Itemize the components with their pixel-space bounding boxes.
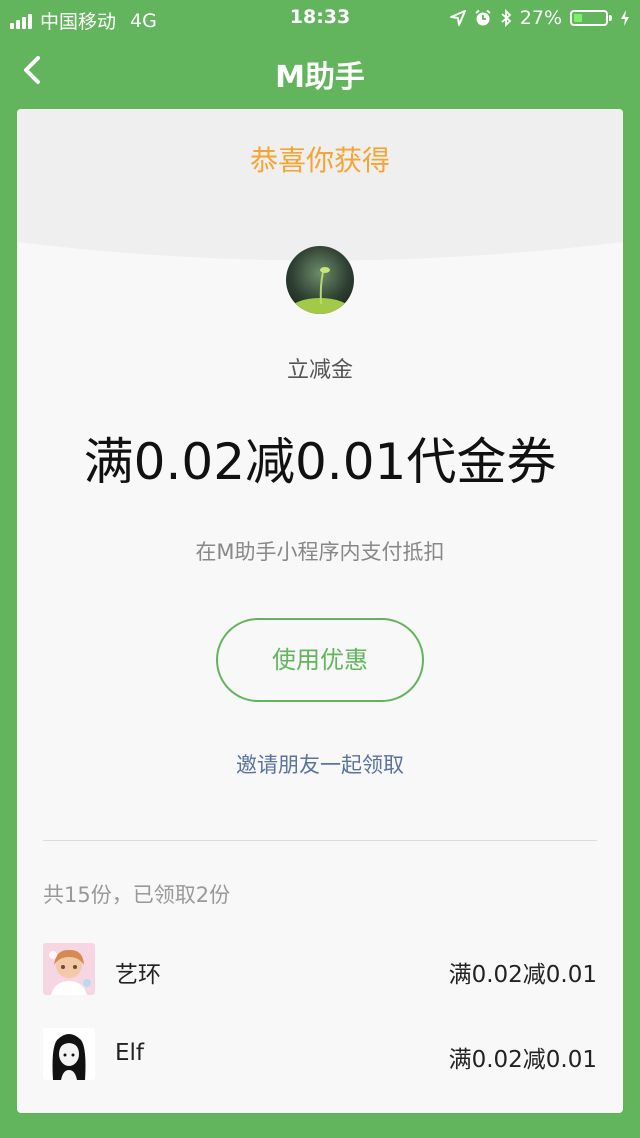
bluetooth-icon: [501, 9, 512, 27]
avatar: [43, 1028, 95, 1080]
charging-icon: [621, 10, 629, 26]
battery-percent: 27%: [519, 7, 562, 29]
location-icon: [449, 10, 466, 26]
coupon-type: 立减金: [286, 358, 353, 383]
page-title: M助手: [275, 60, 365, 95]
avatar: [43, 943, 95, 995]
claim-reward: 满0.02减0.01: [448, 962, 597, 988]
divider: [43, 840, 597, 841]
claim-row: Elf 满0.02减0.01: [43, 1028, 597, 1082]
merchant-avatar: [286, 246, 354, 314]
use-coupon-button[interactable]: 使用优惠: [216, 618, 424, 702]
claimer-name: Elf: [115, 1040, 145, 1066]
invite-friends-link[interactable]: 邀请朋友一起领取: [17, 749, 623, 779]
claim-summary: 共15份，已领取2份: [43, 883, 231, 907]
alarm-icon: [475, 9, 491, 26]
claim-reward: 满0.02减0.01: [448, 1047, 597, 1073]
congrats-text: 恭喜你获得: [249, 144, 390, 177]
coupon-description: 在M助手小程序内支付抵扣: [195, 540, 445, 564]
nav-bar: M助手: [0, 36, 640, 104]
claim-row: 艺环 满0.02减0.01: [43, 943, 597, 997]
coupon-card: 恭喜你获得 立减金 满0.02减0.01代金券 在M助手小程序内支付抵扣 使用优…: [17, 109, 623, 1113]
battery-icon: [570, 10, 612, 26]
status-right: 27%: [449, 7, 630, 29]
status-bar: 中国移动 4G 18:33 27%: [0, 0, 640, 36]
claimer-name: 艺环: [115, 962, 161, 988]
coupon-amount: 满0.02减0.01代金券: [83, 433, 557, 491]
